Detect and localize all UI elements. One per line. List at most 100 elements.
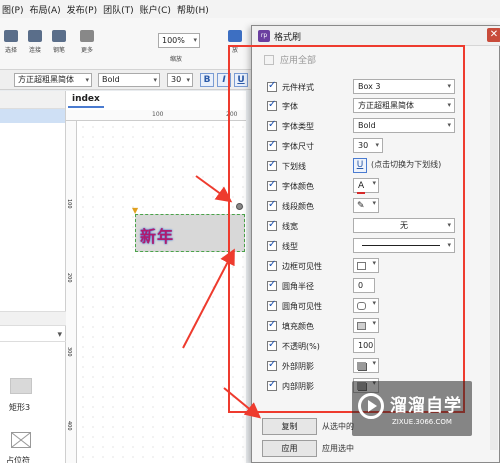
ruler-mark-200: 200 bbox=[226, 111, 238, 118]
menu-item-publish[interactable]: 发布(P) bbox=[67, 3, 97, 16]
canvas-grid[interactable] bbox=[78, 122, 246, 463]
line-width-select[interactable]: 无 bbox=[353, 218, 455, 233]
font-select[interactable]: 方正超粗黑简体 bbox=[14, 73, 92, 87]
font-checkbox[interactable] bbox=[267, 99, 277, 111]
widget-resize-handle-icon[interactable]: ▼ bbox=[132, 206, 138, 215]
outer-shadow-picker[interactable] bbox=[353, 358, 379, 373]
apply-caption: 应用选中 bbox=[322, 444, 354, 453]
corner-visibility-checkbox[interactable] bbox=[267, 299, 277, 311]
partial-tool[interactable]: 放 bbox=[228, 30, 242, 54]
font-size-select[interactable]: 30 bbox=[353, 138, 383, 153]
italic-button[interactable]: I bbox=[217, 73, 231, 87]
more-icon bbox=[80, 30, 94, 42]
font-color-label: 字体颜色 bbox=[282, 181, 314, 191]
row-font: 字体 方正超粗黑简体 bbox=[267, 97, 487, 115]
library-dropdown[interactable] bbox=[0, 328, 66, 342]
ruler-top: 100 200 bbox=[66, 110, 246, 121]
corner-visibility-label: 圆角可见性 bbox=[282, 301, 322, 311]
corner-radius-checkbox[interactable] bbox=[267, 279, 277, 291]
corner-visibility-picker[interactable] bbox=[353, 298, 379, 313]
inner-shadow-label: 内部阴影 bbox=[282, 381, 314, 391]
zoom-label: 缩放 bbox=[170, 56, 183, 63]
menu-item-help[interactable]: 帮助(H) bbox=[177, 3, 209, 16]
apply-button[interactable]: 应用 bbox=[262, 440, 317, 457]
border-visibility-checkbox[interactable] bbox=[267, 259, 277, 271]
close-icon[interactable]: ✕ bbox=[487, 28, 500, 42]
ruler-left-mark-200: 200 bbox=[66, 273, 72, 283]
widget-style-checkbox[interactable] bbox=[267, 80, 277, 92]
fill-color-checkbox[interactable] bbox=[267, 319, 277, 331]
library-rectangle-item[interactable] bbox=[10, 378, 32, 394]
font-family-select[interactable]: 方正超粗黑简体 bbox=[353, 98, 455, 113]
underline-toggle-button[interactable]: U bbox=[353, 158, 367, 173]
solid-line-icon bbox=[362, 245, 440, 246]
row-fill-color: 填充颜色 bbox=[267, 317, 487, 335]
selected-page-row[interactable] bbox=[0, 109, 65, 123]
fill-icon bbox=[357, 322, 366, 330]
opacity-input[interactable]: 100 bbox=[353, 338, 375, 353]
library-rectangle-label: 矩形3 bbox=[9, 403, 31, 412]
line-color-picker[interactable]: ✎ bbox=[353, 198, 379, 213]
library-placeholder-item[interactable] bbox=[11, 432, 31, 448]
connect-tool[interactable]: 连接 bbox=[28, 30, 42, 54]
line-width-checkbox[interactable] bbox=[267, 219, 277, 231]
corner-radius-label: 圆角半径 bbox=[282, 281, 314, 291]
font-color-picker[interactable]: A bbox=[353, 178, 379, 194]
font-color-checkbox[interactable] bbox=[267, 179, 277, 191]
select-tool[interactable]: 选择 bbox=[4, 30, 18, 54]
tab-index[interactable]: index bbox=[68, 94, 104, 108]
copy-button[interactable]: 复制 bbox=[262, 418, 317, 435]
row-outer-shadow: 外部阴影 bbox=[267, 357, 487, 375]
inner-shadow-checkbox[interactable] bbox=[267, 379, 277, 391]
row-widget-style: 元件样式 Box 3 bbox=[267, 78, 487, 96]
weight-select[interactable]: Bold bbox=[98, 73, 160, 87]
pen-icon bbox=[52, 30, 66, 42]
line-type-select[interactable] bbox=[353, 238, 455, 253]
widget-style-select[interactable]: Box 3 bbox=[353, 79, 455, 94]
size-select[interactable]: 30 bbox=[167, 73, 193, 87]
menu-item-team[interactable]: 团队(T) bbox=[103, 3, 134, 16]
menu-item-account[interactable]: 账户(C) bbox=[140, 3, 171, 16]
apply-all-checkbox[interactable] bbox=[264, 54, 274, 65]
left-panel: 矩形3 占位符 bbox=[0, 91, 66, 463]
menu-item-layout[interactable]: 布局(A) bbox=[29, 3, 60, 16]
font-type-checkbox[interactable] bbox=[267, 119, 277, 131]
apply-all-label: 应用全部 bbox=[280, 56, 317, 66]
fill-color-picker[interactable] bbox=[353, 318, 379, 333]
underline-checkbox[interactable] bbox=[267, 159, 277, 171]
widget-rotate-handle[interactable] bbox=[236, 203, 243, 210]
line-type-checkbox[interactable] bbox=[267, 239, 277, 251]
outer-shadow-checkbox[interactable] bbox=[267, 359, 277, 371]
apply-all-option[interactable]: 应用全部 bbox=[264, 53, 316, 66]
ruler-left-mark-100: 100 bbox=[66, 199, 72, 209]
dialog-title: 格式刷 bbox=[274, 33, 302, 43]
ruler-mark-100: 100 bbox=[152, 111, 164, 118]
line-color-label: 线段颜色 bbox=[282, 201, 314, 211]
watermark: 溜溜自学 ZIXUE.3066.COM bbox=[352, 381, 472, 436]
dialog-titlebar[interactable]: rp 格式刷 ✕ bbox=[252, 26, 500, 46]
row-corner-radius: 圆角半径 0 bbox=[267, 277, 487, 295]
font-type-select[interactable]: Bold bbox=[353, 118, 455, 133]
zoom-select[interactable]: 100% bbox=[158, 33, 200, 48]
row-underline: 下划线 U (点击切换为下划线) bbox=[267, 157, 487, 175]
border-visibility-label: 边框可见性 bbox=[282, 261, 322, 271]
app-icon: rp bbox=[258, 30, 270, 42]
dialog-scrollbar[interactable] bbox=[490, 70, 498, 450]
corner-radius-input[interactable]: 0 bbox=[353, 278, 375, 293]
font-size-checkbox[interactable] bbox=[267, 139, 277, 151]
pen-tool[interactable]: 钢笔 bbox=[52, 30, 66, 54]
menu-bar: 图(P) 布局(A) 发布(P) 团队(T) 账户(C) 帮助(H) bbox=[0, 0, 500, 18]
text-widget[interactable]: 新年 bbox=[135, 214, 245, 252]
font-color-icon: A bbox=[357, 180, 366, 194]
line-color-checkbox[interactable] bbox=[267, 199, 277, 211]
more-tool[interactable]: 更多 bbox=[80, 30, 94, 54]
bold-button[interactable]: B bbox=[200, 73, 214, 87]
ruler-left-mark-300: 300 bbox=[66, 347, 72, 357]
row-font-color: 字体颜色 A bbox=[267, 177, 487, 195]
copy-caption: 从选中的 bbox=[322, 422, 354, 431]
underline-button[interactable]: U bbox=[234, 73, 248, 87]
opacity-checkbox[interactable] bbox=[267, 339, 277, 351]
line-width-label: 线宽 bbox=[282, 221, 298, 231]
menu-item-page[interactable]: 图(P) bbox=[2, 3, 23, 16]
border-visibility-picker[interactable] bbox=[353, 258, 379, 273]
